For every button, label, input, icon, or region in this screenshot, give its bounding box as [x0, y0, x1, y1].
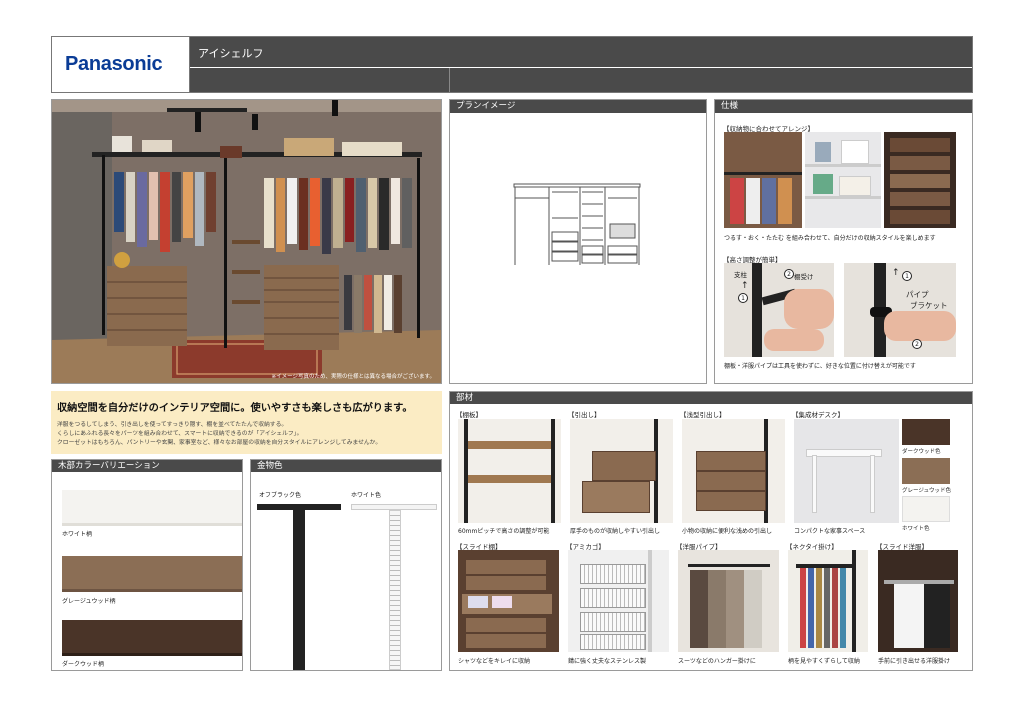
metal-label-offblack: オフブラック色 — [259, 492, 302, 499]
height-photo-shelf-bracket: 支柱 棚受け 1 2 ↑ — [724, 263, 834, 357]
wood-swatch-greige — [62, 556, 242, 592]
part-heading-shelf: 【棚板】 — [456, 411, 482, 419]
label-pipe-bracket-line1: パイプ — [906, 290, 929, 299]
desk-swatch-dark — [902, 419, 950, 445]
part-caption-wire-basket: 錆に強く丈夫なステンレス製 — [568, 658, 647, 665]
wood-label-greige: グレージュウッド柄 — [62, 598, 116, 605]
wood-label-dark: ダークウッド柄 — [62, 661, 105, 668]
header-sub-bar — [190, 68, 972, 92]
part-caption-shelf: 60mmピッチで高さの調整が可能 — [458, 528, 550, 535]
part-caption-slide-clothes: 手前に引き出せる洋服掛け — [878, 658, 951, 665]
step-1-badge-right: 1 — [902, 271, 912, 281]
metal-pillar-offblack — [293, 510, 305, 670]
wood-color-title: 木部カラーバリエーション — [52, 460, 242, 472]
part-caption-slide-shelf: シャツなどをキレイに収納 — [458, 658, 531, 665]
drawer-unit-center — [264, 265, 339, 350]
header-title-bar: アイシェルフ — [190, 37, 972, 67]
step-2-badge-left: 2 — [784, 269, 794, 279]
desk-swatch-white — [902, 496, 950, 522]
part-caption-shallow-drawer: 小物の収納に便利な浅めの引出し — [682, 528, 773, 535]
part-heading-desk: 【集成材デスク】 — [792, 411, 844, 419]
tagline-line-3: クローゼットはもちろん、パントリーや玄関、家事室など、様々なお部屋の収納を自分ス… — [57, 440, 382, 446]
tagline-title: 収納空間を自分だけのインテリア空間に。使いやすさも楽しさも広がります。 — [57, 403, 413, 414]
part-caption-desk: コンパクトな家事スペース — [794, 528, 866, 535]
wood-color-panel: 木部カラーバリエーション ホワイト柄 グレージュウッド柄 ダークウッド柄 — [51, 459, 243, 671]
tagline-line-2: くらしにあふれる長々をパーツを組み合わせて、スマートに収納できるのが「アイシェル… — [57, 431, 303, 437]
part-heading-shallow-drawer: 【浅型引出し】 — [680, 411, 726, 419]
spec-title: 仕様 — [715, 100, 972, 113]
desk-swatch-greige — [902, 458, 950, 484]
hanging-clothes-left — [114, 172, 216, 252]
brand-logo: Panasonic — [52, 37, 190, 92]
part-photo-shallow-drawer — [682, 419, 785, 523]
desk-swatch-label-dark: ダークウッド色 — [902, 449, 941, 455]
tagline-box: 収納空間を自分だけのインテリア空間に。使いやすさも楽しさも広がります。 洋服をつ… — [51, 391, 442, 454]
part-heading-drawer: 【引出し】 — [568, 411, 601, 419]
photo-note: ※イメージ写真のため、実際の仕様とは異なる場合がございます。 — [271, 374, 435, 380]
metal-color-title: 金物色 — [251, 460, 441, 472]
drawer-unit-left — [107, 266, 187, 346]
desk-swatch-label-greige: グレージュウッド色 — [902, 488, 952, 494]
product-name: アイシェルフ — [198, 47, 264, 60]
tagline-line-1: 洋服をつるしてしまう、引き出しを使ってすっきり隠す、棚を並べてたたんで収納する。 — [57, 422, 288, 428]
closet-illustration — [52, 100, 441, 383]
part-caption-tie-hanger: 柄を見やすくずらして収納 — [788, 658, 860, 665]
plan-panel: プランイメージ — [449, 99, 707, 384]
part-photo-wire-basket — [568, 550, 669, 652]
part-photo-clothes-pipe — [678, 550, 779, 652]
step-2-badge-right: 2 — [912, 339, 922, 349]
closet-photo: ※イメージ写真のため、実際の仕様とは異なる場合がございます。 — [51, 99, 442, 384]
height-text: 棚板・洋服パイプは工具を使わずに、好きな位置に付け替えが可能です — [724, 363, 916, 370]
spec-panel: 仕様 【収納物に合わせてアレンジ】 つるす・おく・たたむ を組み合わせて、自分だ… — [714, 99, 973, 384]
part-caption-clothes-pipe: スーツなどのハンガー掛けに — [678, 658, 756, 665]
desk-swatch-label-white: ホワイト色 — [902, 526, 930, 532]
height-photo-pipe-bracket: パイプ ブラケット 1 2 ↑ — [844, 263, 956, 357]
label-pipe-bracket-line2: ブラケット — [910, 301, 948, 310]
part-photo-drawer — [570, 419, 673, 523]
header: Panasonic アイシェルフ — [51, 36, 973, 93]
arrange-photo-shelf — [805, 132, 881, 228]
metal-label-white: ホワイト色 — [351, 492, 382, 499]
arrange-text: つるす・おく・たたむ を組み合わせて、自分だけの収納スタイルを楽しめます — [724, 235, 936, 242]
brand-logo-text: Panasonic — [65, 53, 163, 75]
part-photo-desk — [794, 419, 899, 523]
part-caption-drawer: 厚手のものが収納しやすい引出し — [570, 528, 660, 535]
metal-color-panel: 金物色 オフブラック色 ホワイト色 — [250, 459, 442, 671]
parts-title: 部材 — [450, 392, 972, 404]
header-sub-divider — [449, 68, 450, 92]
part-photo-slide-clothes — [878, 550, 958, 652]
metal-pillar-white — [389, 510, 401, 670]
arrow-up-icon: ↑ — [741, 281, 749, 291]
wood-swatch-white — [62, 490, 242, 526]
label-pillar: 支柱 — [734, 271, 747, 279]
parts-panel: 部材 【棚板】 60mmピッチで高さの調整が可能 【引出し】 厚手のものが収納し… — [449, 391, 973, 671]
arrow-up-icon: ↑ — [892, 268, 900, 278]
wood-label-white: ホワイト柄 — [62, 531, 93, 538]
wood-swatch-dark — [62, 620, 242, 656]
part-photo-shelf — [458, 419, 561, 523]
plan-title: プランイメージ — [450, 100, 706, 113]
part-photo-slide-shelf — [458, 550, 559, 652]
part-photo-tie-hanger — [788, 550, 868, 652]
label-bracket-holder: 棚受け — [794, 273, 814, 281]
step-1-badge-left: 1 — [738, 293, 748, 303]
arrange-photo-folding — [884, 132, 956, 228]
arrange-photo-hanging — [724, 132, 802, 228]
plan-diagram — [513, 183, 641, 265]
